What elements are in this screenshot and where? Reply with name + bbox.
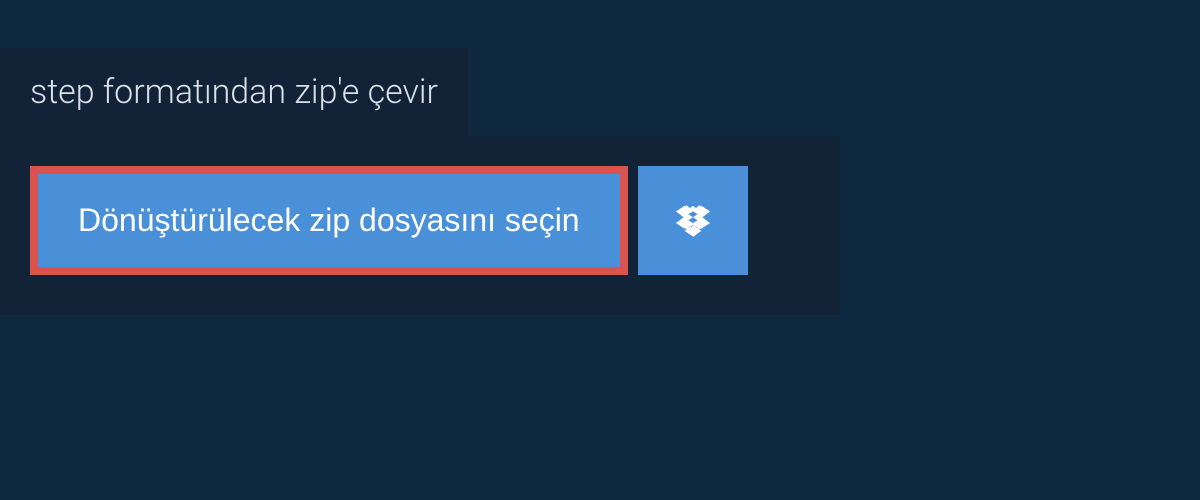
dropbox-icon bbox=[675, 203, 711, 239]
select-file-label: Dönüştürülecek zip dosyasını seçin bbox=[78, 202, 580, 238]
page-title: step formatından zip'e çevir bbox=[30, 72, 438, 112]
dropbox-button[interactable] bbox=[638, 166, 748, 275]
upload-button-row: Dönüştürülecek zip dosyasını seçin bbox=[30, 166, 810, 275]
select-file-button[interactable]: Dönüştürülecek zip dosyasını seçin bbox=[30, 166, 628, 275]
upload-panel: Dönüştürülecek zip dosyasını seçin bbox=[0, 136, 840, 315]
header-tab: step formatından zip'e çevir bbox=[0, 48, 468, 136]
